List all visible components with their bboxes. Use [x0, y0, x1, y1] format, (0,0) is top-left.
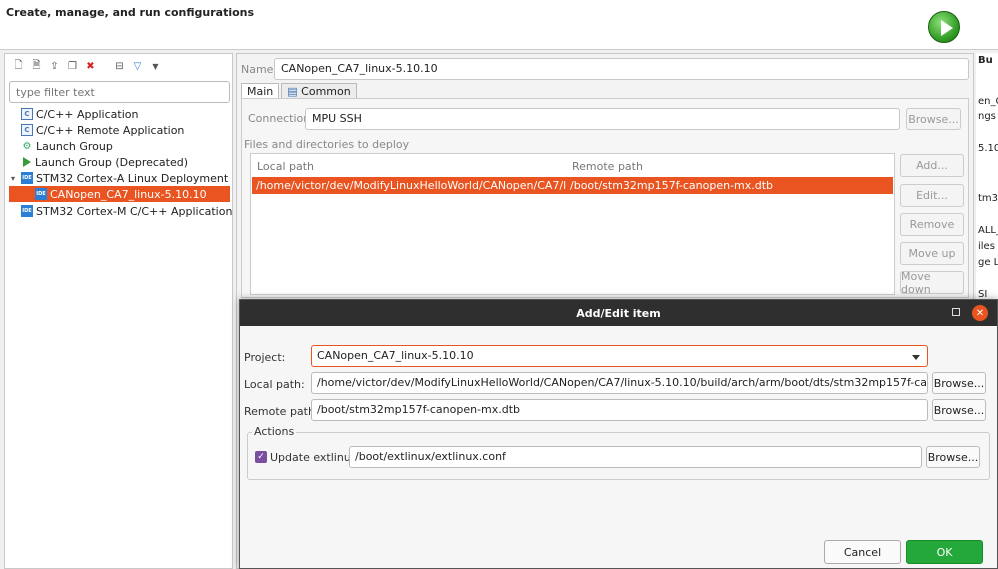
column-local-path: Local path: [257, 160, 315, 173]
launch-triangle-icon: [23, 157, 31, 167]
close-icon[interactable]: ✕: [972, 305, 988, 321]
config-tree-panel: 🗋 🗎 ⇪ ❐ ✖ ⊟ ▽ ▼ C C/C++ Application C C/…: [4, 53, 233, 569]
remove-button[interactable]: Remove: [900, 213, 964, 236]
name-field[interactable]: CANopen_CA7_linux-5.10.10: [274, 58, 969, 80]
c-icon: C: [21, 108, 33, 120]
dialog-title: Add/Edit item: [576, 307, 661, 320]
files-section-label: Files and directories to deploy: [244, 138, 410, 151]
main-tab-body: Connection: MPU SSH Browse... Files and …: [241, 98, 969, 298]
common-tab-icon: ▤: [287, 85, 298, 98]
project-label: Project:: [244, 351, 286, 364]
name-label: Name:: [241, 63, 278, 76]
connection-browse-button[interactable]: Browse...: [906, 108, 961, 130]
edit-button[interactable]: Edit...: [900, 184, 964, 207]
remote-path-label: Remote path:: [244, 405, 319, 418]
local-path-browse-button[interactable]: Browse...: [932, 372, 986, 394]
move-up-button[interactable]: Move up: [900, 242, 964, 265]
ide-icon: IDE: [21, 205, 33, 217]
remote-path-browse-button[interactable]: Browse...: [932, 399, 986, 421]
launch-group-icon: ⚙: [22, 140, 32, 152]
run-icon[interactable]: [928, 11, 960, 43]
delete-icon[interactable]: ✖: [83, 59, 98, 74]
tree-item-launch-group-deprecated[interactable]: Launch Group (Deprecated): [23, 154, 188, 170]
dialog-titlebar: Add/Edit item ✕: [240, 300, 997, 326]
chevron-down-icon: [912, 355, 920, 360]
tree-toolbar: 🗋 🗎 ⇪ ❐ ✖ ⊟ ▽ ▼: [11, 58, 163, 74]
collapse-all-icon[interactable]: ⊟: [112, 59, 127, 74]
tab-common[interactable]: ▤ Common: [281, 83, 357, 99]
deploy-files-table: Local path Remote path /home/victor/dev/…: [250, 153, 895, 295]
tree-item-launch-group[interactable]: ⚙ Launch Group: [21, 138, 113, 154]
ide-icon: IDE: [35, 188, 47, 200]
tree-item-canopen-config[interactable]: IDE CANopen_CA7_linux-5.10.10: [9, 186, 230, 202]
export-icon[interactable]: ⇪: [47, 59, 62, 74]
actions-label: Actions: [252, 425, 297, 438]
project-select[interactable]: CANopen_CA7_linux-5.10.10: [311, 345, 928, 367]
page-title: Create, manage, and run configurations: [6, 6, 255, 19]
maximize-icon[interactable]: [952, 308, 960, 316]
editor-tabs: Main ▤ Common: [241, 83, 359, 99]
actions-group: Actions ✓ Update extlinux: /boot/extlinu…: [247, 425, 990, 480]
c-icon: C: [21, 124, 33, 136]
local-path-field[interactable]: /home/victor/dev/ModifyLinuxHelloWorld/C…: [311, 372, 928, 394]
new-prototype-icon[interactable]: 🗎: [29, 59, 44, 74]
tab-main[interactable]: Main: [241, 83, 280, 99]
add-button[interactable]: Add...: [900, 154, 964, 177]
ok-button[interactable]: OK: [906, 540, 983, 564]
tree-item-cpp-app[interactable]: C C/C++ Application: [21, 106, 138, 122]
move-down-button[interactable]: Move down: [900, 270, 964, 296]
new-config-icon[interactable]: 🗋: [11, 59, 26, 74]
duplicate-icon[interactable]: ❐: [65, 59, 80, 74]
update-extlinux-label: Update extlinux:: [270, 451, 362, 464]
add-edit-item-dialog: Add/Edit item ✕ Project: CANopen_CA7_lin…: [239, 299, 998, 569]
tree-item-cpp-remote-app[interactable]: C C/C++ Remote Application: [21, 122, 184, 138]
ide-icon: IDE: [21, 172, 33, 184]
extlinux-path-field[interactable]: /boot/extlinux/extlinux.conf: [349, 446, 922, 468]
column-remote-path: Remote path: [572, 160, 643, 173]
extlinux-browse-button[interactable]: Browse...: [926, 446, 980, 468]
cancel-button[interactable]: Cancel: [824, 540, 901, 564]
tree-item-stm32-cortex-m[interactable]: IDE STM32 Cortex-M C/C++ Application: [21, 203, 232, 219]
view-menu-icon[interactable]: ▼: [148, 59, 163, 74]
dialog-header: Create, manage, and run configurations: [0, 0, 998, 50]
local-path-label: Local path:: [244, 378, 305, 391]
chevron-down-icon[interactable]: ▾: [11, 174, 21, 183]
update-extlinux-checkbox[interactable]: ✓: [255, 451, 267, 463]
filter-input[interactable]: [9, 81, 230, 103]
filter-icon[interactable]: ▽: [130, 59, 145, 74]
tree-item-stm32-cortex-a[interactable]: ▾ IDE STM32 Cortex-A Linux Deployment: [11, 170, 228, 186]
table-row[interactable]: /home/victor/dev/ModifyLinuxHelloWorld/C…: [252, 177, 893, 194]
connection-field[interactable]: MPU SSH: [305, 108, 900, 130]
remote-path-field[interactable]: /boot/stm32mp157f-canopen-mx.dtb: [311, 399, 928, 421]
